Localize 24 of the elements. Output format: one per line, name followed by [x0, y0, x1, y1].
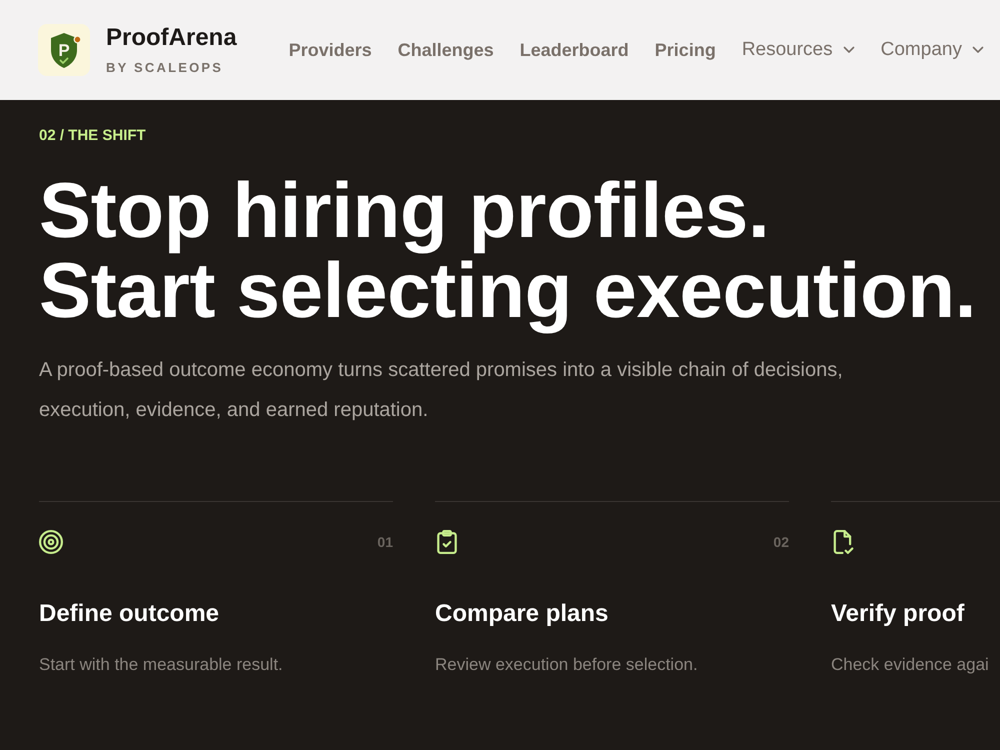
- nav-link[interactable]: Leaderboard: [520, 40, 629, 60]
- lead-paragraph: A proof-based outcome economy turns scattered promises into a visible chain of decisions, execution, evidence, and earned reputation.: [39, 358, 844, 423]
- step-title: Define outcome: [39, 599, 220, 629]
- chevron-down-icon: [972, 46, 984, 54]
- nav-link[interactable]: Pricing: [654, 40, 716, 60]
- step-number: 01: [377, 534, 393, 550]
- chevron-down-icon: [842, 46, 855, 54]
- nav-link[interactable]: Providers: [288, 40, 372, 60]
- brand-name: ProofArena: [106, 24, 237, 52]
- step-number: 02: [773, 534, 789, 550]
- file-check-icon: [831, 530, 855, 554]
- brand-tagline: BY SCALEOPS: [106, 60, 224, 76]
- step-title: Compare plans: [435, 599, 610, 629]
- nav-dropdown[interactable]: Company: [880, 39, 984, 61]
- clipboard-check-icon: [435, 530, 459, 554]
- nav-link[interactable]: Challenges: [398, 40, 494, 60]
- step-title: Verify proof: [831, 599, 966, 629]
- step-description: Check evidence agai: [831, 654, 990, 676]
- section-eyebrow: 02 / THE SHIFT: [39, 126, 147, 145]
- step-description: Review execution before selection.: [435, 654, 699, 676]
- nav-dropdown[interactable]: Resources: [742, 39, 855, 61]
- shield-logo[interactable]: P: [38, 24, 90, 76]
- target-icon: [39, 530, 63, 554]
- step-description: Start with the measurable result.: [39, 654, 284, 676]
